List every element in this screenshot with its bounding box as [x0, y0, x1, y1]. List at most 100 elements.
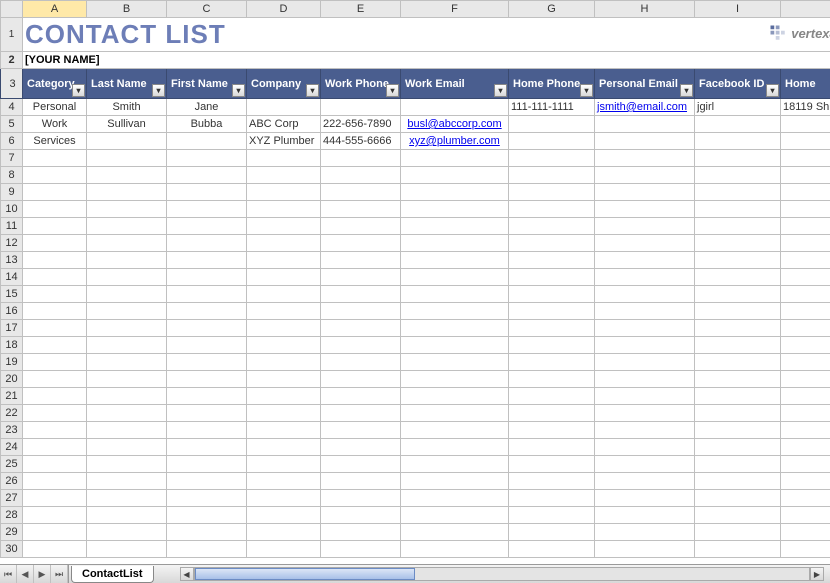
empty-cell[interactable]: [781, 167, 830, 184]
empty-cell[interactable]: [87, 235, 167, 252]
empty-cell[interactable]: [23, 371, 87, 388]
row-header-13[interactable]: 13: [1, 252, 23, 269]
empty-cell[interactable]: [401, 269, 509, 286]
empty-cell[interactable]: [247, 439, 321, 456]
cell-home-phone[interactable]: 111-111-1111: [509, 99, 595, 116]
col-header-G[interactable]: G: [509, 1, 595, 18]
empty-cell[interactable]: [509, 269, 595, 286]
cell-last-name[interactable]: Smith: [87, 99, 167, 116]
empty-cell[interactable]: [781, 524, 830, 541]
row-header-15[interactable]: 15: [1, 286, 23, 303]
empty-cell[interactable]: [247, 167, 321, 184]
empty-cell[interactable]: [87, 439, 167, 456]
empty-cell[interactable]: [595, 286, 695, 303]
empty-cell[interactable]: [247, 320, 321, 337]
scrollbar-thumb[interactable]: [195, 568, 415, 580]
cell-work-email[interactable]: xyz@plumber.com: [401, 133, 509, 150]
empty-cell[interactable]: [87, 337, 167, 354]
cell-personal-email[interactable]: [595, 133, 695, 150]
empty-cell[interactable]: [695, 150, 781, 167]
empty-cell[interactable]: [595, 439, 695, 456]
empty-cell[interactable]: [781, 354, 830, 371]
empty-cell[interactable]: [321, 354, 401, 371]
empty-cell[interactable]: [23, 473, 87, 490]
empty-cell[interactable]: [781, 150, 830, 167]
empty-cell[interactable]: [509, 337, 595, 354]
empty-cell[interactable]: [321, 201, 401, 218]
empty-cell[interactable]: [321, 235, 401, 252]
empty-cell[interactable]: [401, 337, 509, 354]
empty-cell[interactable]: [781, 456, 830, 473]
empty-cell[interactable]: [781, 320, 830, 337]
empty-cell[interactable]: [87, 218, 167, 235]
empty-cell[interactable]: [167, 473, 247, 490]
empty-cell[interactable]: [509, 490, 595, 507]
empty-cell[interactable]: [401, 150, 509, 167]
cell-first-name[interactable]: Bubba: [167, 116, 247, 133]
empty-cell[interactable]: [23, 439, 87, 456]
empty-cell[interactable]: [509, 218, 595, 235]
empty-cell[interactable]: [247, 490, 321, 507]
empty-cell[interactable]: [321, 541, 401, 558]
empty-cell[interactable]: [595, 269, 695, 286]
col-header-E[interactable]: E: [321, 1, 401, 18]
empty-cell[interactable]: [167, 184, 247, 201]
cell-home-phone[interactable]: [509, 116, 595, 133]
empty-cell[interactable]: [23, 541, 87, 558]
empty-cell[interactable]: [509, 439, 595, 456]
empty-cell[interactable]: [401, 184, 509, 201]
empty-cell[interactable]: [401, 371, 509, 388]
row-header-18[interactable]: 18: [1, 337, 23, 354]
row-header-6[interactable]: 6: [1, 133, 23, 150]
empty-cell[interactable]: [595, 252, 695, 269]
row-header-20[interactable]: 20: [1, 371, 23, 388]
empty-cell[interactable]: [247, 405, 321, 422]
empty-cell[interactable]: [695, 201, 781, 218]
empty-cell[interactable]: [321, 371, 401, 388]
empty-cell[interactable]: [87, 303, 167, 320]
empty-cell[interactable]: [87, 422, 167, 439]
empty-cell[interactable]: [167, 354, 247, 371]
empty-cell[interactable]: [595, 490, 695, 507]
empty-cell[interactable]: [23, 269, 87, 286]
empty-cell[interactable]: [247, 252, 321, 269]
cell-personal-email[interactable]: [595, 116, 695, 133]
cell-home[interactable]: 18119 Shire: [781, 99, 830, 116]
filter-dropdown-icon[interactable]: ▾: [152, 84, 165, 97]
empty-cell[interactable]: [247, 269, 321, 286]
empty-cell[interactable]: [87, 388, 167, 405]
empty-cell[interactable]: [695, 473, 781, 490]
empty-cell[interactable]: [247, 456, 321, 473]
col-header-A[interactable]: A: [23, 1, 87, 18]
empty-cell[interactable]: [167, 507, 247, 524]
cell-category[interactable]: Personal: [23, 99, 87, 116]
empty-cell[interactable]: [23, 150, 87, 167]
empty-cell[interactable]: [781, 337, 830, 354]
empty-cell[interactable]: [23, 167, 87, 184]
empty-cell[interactable]: [321, 456, 401, 473]
select-all-corner[interactable]: [1, 1, 23, 18]
empty-cell[interactable]: [87, 473, 167, 490]
empty-cell[interactable]: [401, 167, 509, 184]
empty-cell[interactable]: [595, 473, 695, 490]
empty-cell[interactable]: [23, 422, 87, 439]
empty-cell[interactable]: [87, 456, 167, 473]
empty-cell[interactable]: [695, 388, 781, 405]
empty-cell[interactable]: [87, 405, 167, 422]
empty-cell[interactable]: [23, 405, 87, 422]
empty-cell[interactable]: [247, 422, 321, 439]
empty-cell[interactable]: [167, 218, 247, 235]
empty-cell[interactable]: [509, 524, 595, 541]
row-header-29[interactable]: 29: [1, 524, 23, 541]
empty-cell[interactable]: [695, 235, 781, 252]
cell-personal-email[interactable]: jsmith@email.com: [595, 99, 695, 116]
empty-cell[interactable]: [23, 184, 87, 201]
empty-cell[interactable]: [509, 201, 595, 218]
row-header-5[interactable]: 5: [1, 116, 23, 133]
scroll-right-icon[interactable]: ▶: [810, 567, 824, 581]
cell-home-phone[interactable]: [509, 133, 595, 150]
empty-cell[interactable]: [401, 201, 509, 218]
cell-last-name[interactable]: Sullivan: [87, 116, 167, 133]
empty-cell[interactable]: [695, 167, 781, 184]
filter-dropdown-icon[interactable]: ▾: [306, 84, 319, 97]
